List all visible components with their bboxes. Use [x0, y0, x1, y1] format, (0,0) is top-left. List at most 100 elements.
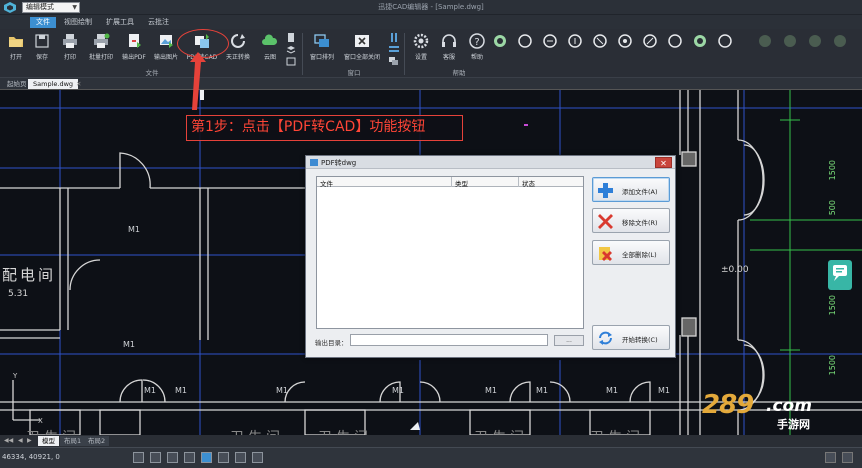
window-tile-horizontal-button[interactable]: [389, 45, 399, 54]
export-pdf-icon: [129, 34, 141, 48]
small-tool-button-a[interactable]: [286, 33, 296, 42]
mini-tool-10-button[interactable]: [714, 31, 736, 67]
small-tool-button-b[interactable]: [286, 45, 296, 54]
column-header-type[interactable]: 类型: [455, 178, 468, 188]
room-name: 配电间: [2, 266, 57, 284]
file-list[interactable]: 文件 类型 状态: [316, 176, 584, 329]
first-tab-icon[interactable]: ◀◀: [4, 437, 13, 444]
tab-close-icon[interactable]: ✕: [74, 79, 83, 89]
window-arrange-label: 窗口排列: [309, 54, 334, 61]
browse-button[interactable]: ...: [554, 335, 584, 346]
instruction-callout: 第1步：点击【PDF转CAD】功能按钮: [186, 115, 463, 141]
mini-tool-5-button[interactable]: [589, 31, 611, 67]
tab-file[interactable]: 文件: [30, 17, 56, 28]
mini-tool-14-button[interactable]: [829, 31, 851, 67]
mini-tool-4-button[interactable]: [564, 31, 586, 67]
cloud-drawing-button[interactable]: 云图: [254, 31, 286, 67]
site-watermark-logo: 289 .com 手游网: [702, 390, 842, 435]
model-toggle-button[interactable]: [252, 452, 263, 463]
circle-tool-icon: [593, 34, 607, 48]
document-icon: [288, 33, 294, 42]
help-icon: ?: [469, 33, 485, 49]
gear-icon: [413, 33, 429, 49]
convert-arrows-icon: [599, 331, 612, 345]
column-header-file[interactable]: 文件: [320, 178, 333, 188]
layer-tool-icon: [809, 35, 821, 47]
ortho-toggle-button[interactable]: [167, 452, 178, 463]
tab-model[interactable]: 模型: [38, 436, 59, 446]
group-label-help: 帮助: [452, 69, 466, 77]
mini-tool-13-button[interactable]: [804, 31, 826, 67]
tab-layout-1[interactable]: 布局1: [60, 436, 86, 446]
watermark-domain: .com: [766, 396, 812, 416]
chat-bubble-icon: [833, 265, 847, 281]
mini-tool-12-button[interactable]: [779, 31, 801, 67]
window-cascade-button[interactable]: [389, 57, 399, 66]
tab-extend-tools[interactable]: 扩展工具: [100, 17, 140, 28]
circle-tool-icon: [643, 34, 657, 48]
mini-tool-7-button[interactable]: [639, 31, 661, 67]
export-image-icon: [160, 35, 173, 48]
layer-tool-icon: [494, 35, 506, 47]
layers-icon: [286, 46, 296, 54]
osnap-toggle-button[interactable]: [201, 452, 212, 463]
windows-arrange-icon: [314, 34, 329, 47]
batch-print-button[interactable]: 批量打印: [85, 31, 117, 67]
mini-tool-8-button[interactable]: [664, 31, 686, 67]
chat-widget-button[interactable]: [828, 260, 852, 290]
export-pdf-button[interactable]: 输出PDF: [118, 31, 150, 67]
print-label: 打印: [63, 54, 76, 61]
snap-toggle-button[interactable]: [133, 452, 144, 463]
dialog-close-button[interactable]: ✕: [655, 157, 672, 168]
room-toilet: 卫生间: [318, 427, 372, 435]
small-tool-button-c[interactable]: [286, 57, 296, 66]
mini-tool-11-button[interactable]: [754, 31, 776, 67]
remove-all-button[interactable]: 全部删除(L): [592, 240, 670, 265]
remove-file-button[interactable]: 移除文件(R): [592, 208, 670, 233]
window-arrange-button[interactable]: 窗口排列: [306, 31, 338, 67]
mini-tool-2-button[interactable]: [514, 31, 536, 67]
mini-tool-6-button[interactable]: [614, 31, 636, 67]
close-all-windows-button[interactable]: 窗口全部关闭: [340, 31, 384, 67]
layout-tabs: ◀◀ ◀ ▶ 模型 布局1 布局2: [0, 435, 862, 447]
door-label: M1: [485, 386, 497, 395]
cloud-icon: [262, 34, 278, 45]
plus-icon: [598, 183, 613, 198]
column-divider: [451, 177, 452, 187]
output-dir-input[interactable]: [350, 334, 548, 346]
status-tray-button[interactable]: [842, 452, 853, 463]
lineweight-toggle-button[interactable]: [235, 452, 246, 463]
circle-tool-icon: [718, 34, 732, 48]
print-button[interactable]: 打印: [54, 31, 86, 67]
mini-tool-9-button[interactable]: [689, 31, 711, 67]
save-icon: [35, 34, 49, 48]
start-convert-button[interactable]: 开始转换(C): [592, 325, 670, 350]
layer-tool-icon: [759, 35, 771, 47]
close-all-windows-label: 窗口全部关闭: [343, 54, 380, 61]
mini-tool-1-button[interactable]: [489, 31, 511, 67]
ribbon-toolbar: 打开 保存 打印 批量打印 输出PDF 输出图片 PDF转CAD 天正转换: [0, 29, 862, 78]
tab-cloud-annotate[interactable]: 云批注: [142, 17, 175, 28]
output-dir-label: 输出目录：: [315, 339, 348, 347]
add-file-button[interactable]: 添加文件(A): [592, 177, 670, 202]
tab-sample-dwg[interactable]: Sample.dwg: [28, 79, 79, 89]
column-header-status[interactable]: 状态: [522, 178, 535, 188]
room-toilet: 卫生间: [230, 427, 284, 435]
door-label: M1: [276, 386, 288, 395]
next-tab-icon[interactable]: ▶: [27, 437, 32, 444]
window-tile-vertical-button[interactable]: [389, 33, 399, 42]
prev-tab-icon[interactable]: ◀: [18, 437, 23, 444]
cad-editor-window: 编辑模式 ▼ 迅捷CAD编辑器 - [Sample.dwg] 文件 视图绘制 扩展…: [0, 0, 862, 468]
remove-all-label: 全部删除(L): [622, 251, 657, 259]
mini-tool-3-button[interactable]: [539, 31, 561, 67]
tab-layout-2[interactable]: 布局2: [84, 436, 110, 446]
grid-toggle-button[interactable]: [150, 452, 161, 463]
status-tray-button[interactable]: [825, 452, 836, 463]
door-label: M1: [128, 225, 140, 234]
level-mark: ±0.00: [721, 265, 749, 275]
tab-view-draw[interactable]: 视图绘制: [58, 17, 98, 28]
polar-toggle-button[interactable]: [184, 452, 195, 463]
otrack-toggle-button[interactable]: [218, 452, 229, 463]
menu-tabs: 文件 视图绘制 扩展工具 云批注: [0, 15, 862, 29]
ucs-y-label: Y: [13, 372, 18, 380]
